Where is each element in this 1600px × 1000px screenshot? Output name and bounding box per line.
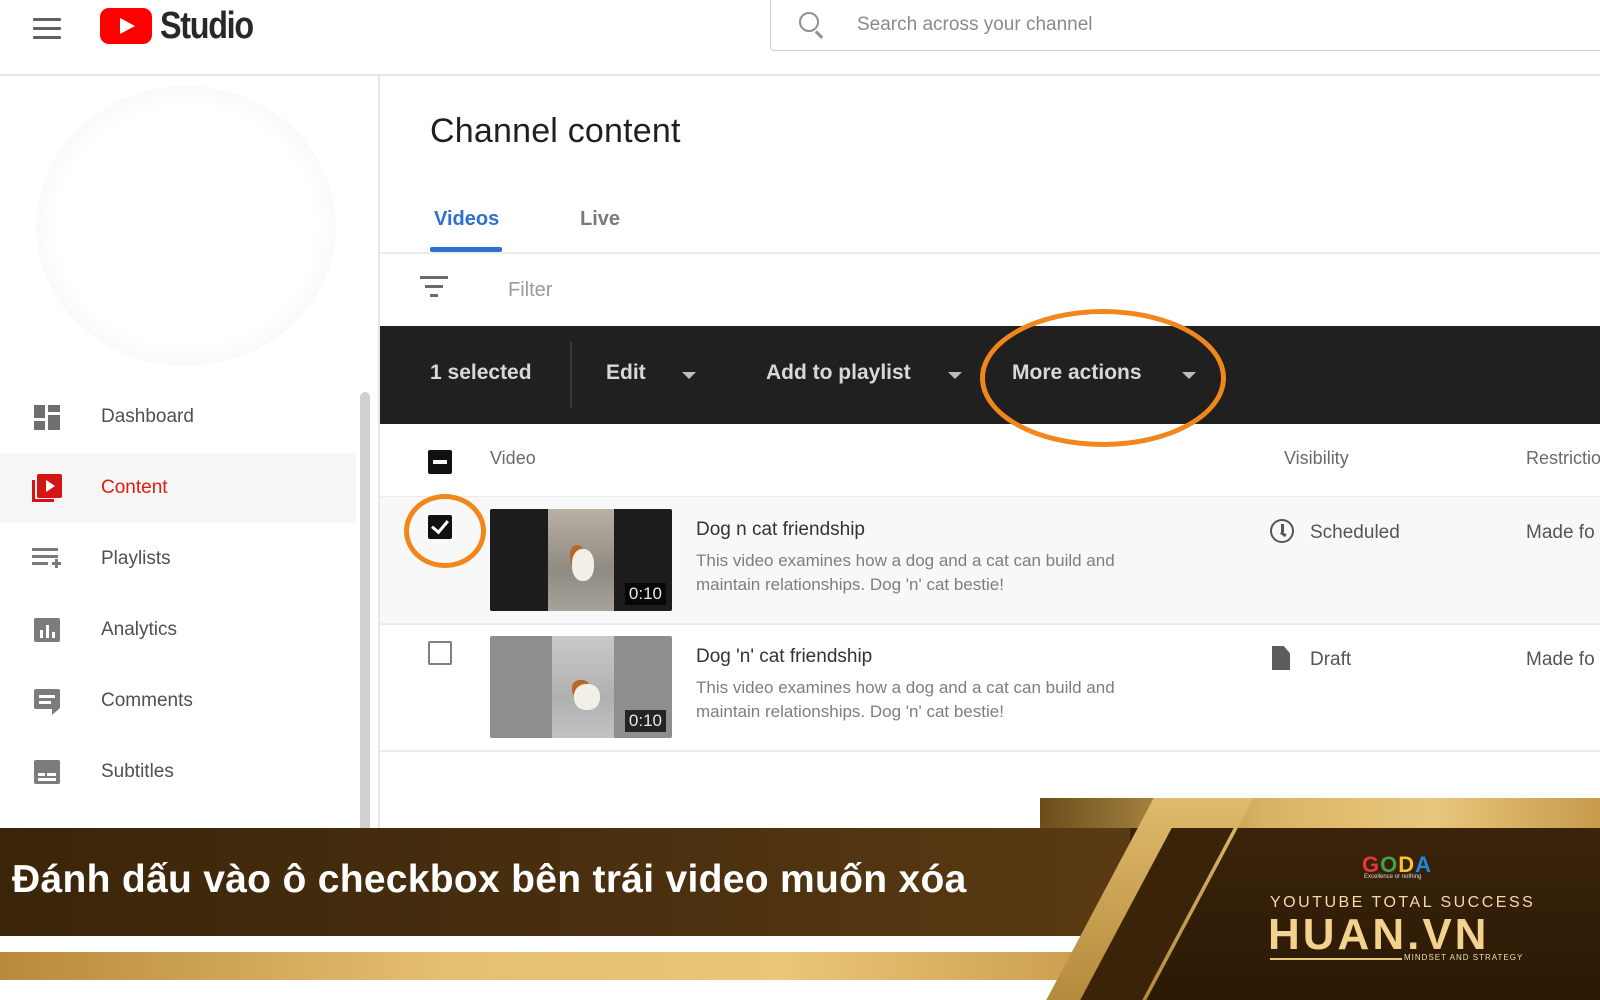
sidebar-item-subtitles[interactable]: Subtitles [0, 737, 356, 807]
row-checkbox[interactable] [428, 515, 452, 539]
row-checkbox[interactable] [428, 641, 452, 665]
content-icon [32, 474, 62, 502]
sidebar-item-label: Content [101, 477, 168, 498]
search-input[interactable] [855, 8, 1459, 42]
banner-divider [0, 936, 1120, 952]
sidebar: Dashboard Content Playlists Analytics Co… [0, 76, 380, 912]
filter-icon[interactable] [420, 276, 450, 300]
page-title: Channel content [430, 112, 681, 150]
column-header-visibility[interactable]: Visibility [1284, 448, 1349, 469]
selected-count: 1 selected [430, 361, 532, 384]
goda-tagline: Excellence or nothing [1364, 874, 1422, 880]
search-icon [799, 12, 819, 32]
channel-avatar[interactable] [36, 86, 336, 366]
brand-tagline: MINDSET AND STRATEGY [1404, 953, 1524, 962]
sidebar-item-analytics[interactable]: Analytics [0, 595, 356, 665]
video-duration: 0:10 [624, 710, 666, 732]
tab-videos[interactable]: Videos [434, 208, 499, 231]
sidebar-item-label: Dashboard [101, 406, 194, 427]
brand-rule [1270, 958, 1402, 960]
sidebar-item-content[interactable]: Content [0, 453, 356, 523]
filter-label: Filter [508, 279, 553, 301]
playlists-icon [32, 545, 62, 573]
video-description: This video examines how a dog and a cat … [696, 678, 1115, 721]
visibility-label: Scheduled [1310, 522, 1400, 543]
sidebar-item-label: Analytics [101, 619, 178, 640]
comments-icon [32, 687, 62, 715]
column-header-restrictions[interactable]: Restrictio [1526, 448, 1600, 469]
content-tabs: Videos Live [380, 190, 1600, 254]
hamburger-menu-icon[interactable] [30, 14, 66, 44]
clock-icon [1270, 519, 1294, 543]
more-actions-dropdown-button[interactable]: More actions [1012, 361, 1142, 385]
video-title[interactable]: Dog 'n' cat friendship [696, 646, 872, 668]
tab-live[interactable]: Live [580, 208, 620, 231]
sidebar-item-label: Subtitles [101, 761, 174, 782]
table-row[interactable]: 0:10 Dog 'n' cat friendship This video e… [380, 624, 1600, 752]
sidebar-item-label: Comments [101, 690, 193, 711]
youtube-play-icon [100, 8, 152, 44]
action-bar-divider [570, 342, 572, 408]
edit-dropdown-button[interactable]: Edit [606, 361, 646, 385]
sidebar-item-label: Playlists [101, 548, 171, 569]
banner-gold-stripe-bottom [0, 952, 1120, 980]
top-header: Studio [0, 0, 1600, 76]
dashboard-icon [32, 403, 62, 431]
sidebar-item-comments[interactable]: Comments [0, 666, 356, 736]
draft-document-icon [1272, 646, 1290, 670]
video-thumbnail[interactable]: 0:10 [490, 509, 672, 611]
restrictions-cell: Made fo [1526, 522, 1595, 543]
banner-gold-stripe-top [1040, 798, 1600, 828]
visibility-label: Draft [1310, 649, 1352, 670]
active-tab-indicator [430, 247, 502, 252]
studio-logo[interactable]: Studio [100, 4, 269, 48]
table-header: Video Visibility Restrictio [380, 424, 1600, 498]
search-box[interactable] [770, 0, 1600, 51]
video-title[interactable]: Dog n cat friendship [696, 519, 865, 541]
subtitles-icon [32, 758, 62, 786]
column-header-video[interactable]: Video [490, 448, 536, 469]
video-duration: 0:10 [624, 583, 666, 605]
more-actions-chevron-down-icon[interactable] [1182, 372, 1196, 379]
video-thumbnail[interactable]: 0:10 [490, 636, 672, 738]
restrictions-cell: Made fo [1526, 649, 1595, 670]
sidebar-item-dashboard[interactable]: Dashboard [0, 382, 356, 452]
video-description: This video examines how a dog and a cat … [696, 551, 1115, 594]
playlist-chevron-down-icon[interactable] [948, 372, 962, 379]
sidebar-item-playlists[interactable]: Playlists [0, 524, 356, 594]
edit-chevron-down-icon[interactable] [682, 372, 696, 379]
table-row[interactable]: 0:10 Dog n cat friendship This video exa… [380, 497, 1600, 625]
banner-caption: Đánh dấu vào ô checkbox bên trái video m… [12, 858, 967, 901]
bulk-action-bar: 1 selected Edit Add to playlist More act… [380, 326, 1600, 424]
select-all-checkbox[interactable] [428, 450, 452, 474]
analytics-icon [32, 616, 62, 644]
add-to-playlist-dropdown-button[interactable]: Add to playlist [766, 361, 911, 385]
logo-text: Studio [160, 4, 254, 47]
filter-bar[interactable]: Filter [380, 254, 1600, 326]
